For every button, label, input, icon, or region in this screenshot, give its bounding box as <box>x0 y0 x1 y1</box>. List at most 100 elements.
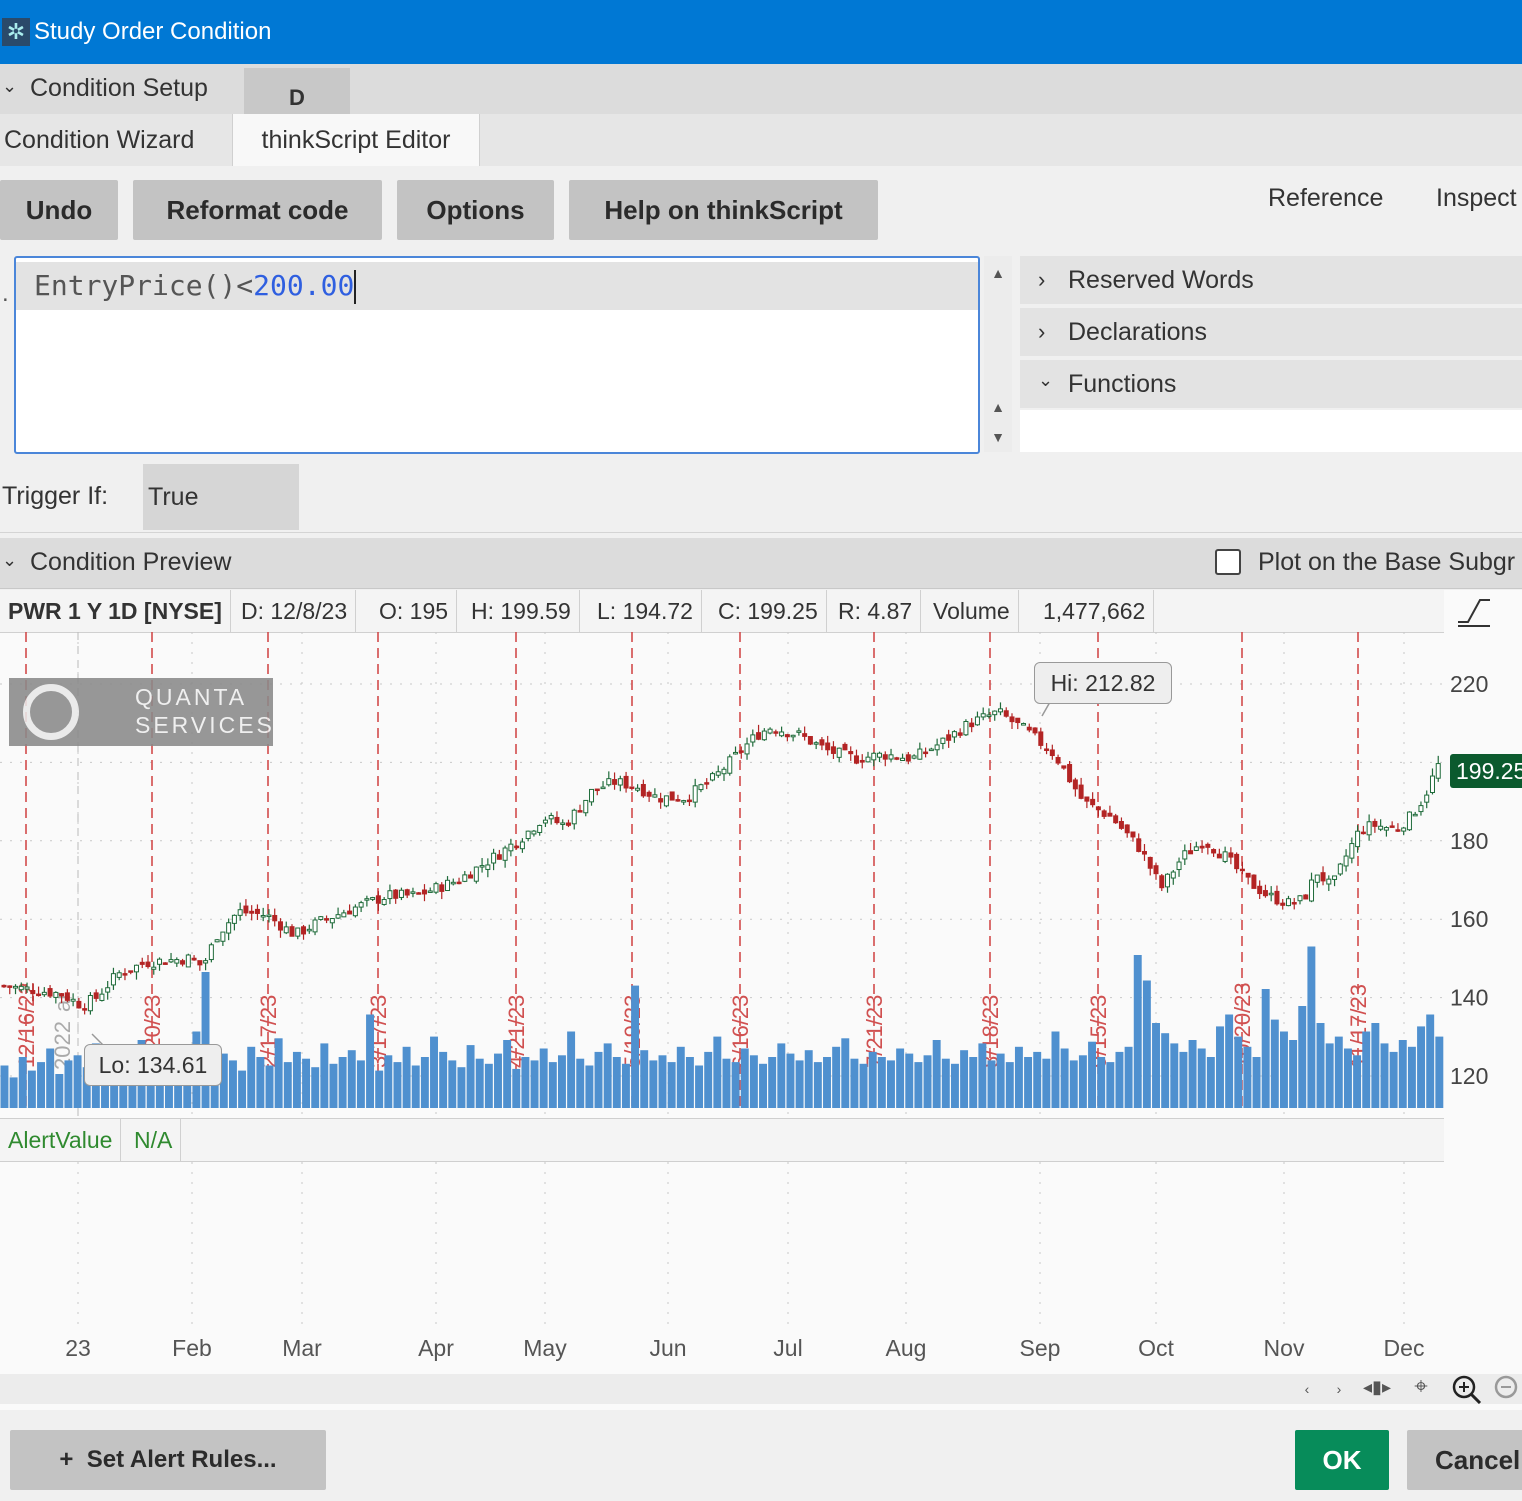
volume-bar <box>55 1074 64 1108</box>
chart-scrollbar[interactable]: ‹ › ◂▮▸ ⌖ <box>0 1374 1522 1405</box>
zoom-in-icon[interactable] <box>1450 1374 1484 1409</box>
candle-body <box>1343 855 1349 867</box>
code-editor[interactable]: EntryPrice()<200.00 <box>14 256 980 454</box>
crosshair-icon[interactable]: ⌖ <box>1406 1375 1436 1399</box>
price-chart[interactable]: 120 140 160 180 220 23 Feb Mar Apr May Jun Jul Aug Se… <box>0 632 1522 1412</box>
candle-body <box>790 734 796 738</box>
pan-icon[interactable]: ◂▮▸ <box>1362 1376 1392 1398</box>
volume-bar <box>1097 1057 1106 1108</box>
candle-body <box>243 905 249 914</box>
x-tick-label: Mar <box>282 1335 322 1361</box>
scroll-left-icon[interactable]: ‹ <box>1296 1378 1318 1400</box>
tree-item-declarations[interactable]: › Declarations <box>1020 308 1522 356</box>
plot-base-checkbox[interactable] <box>1215 549 1241 575</box>
volume-bar <box>320 1043 329 1108</box>
tab-condition-wizard[interactable]: Condition Wizard <box>4 114 226 166</box>
candle-body <box>30 990 36 995</box>
volume-bar <box>384 1055 393 1108</box>
candle-body <box>663 795 669 807</box>
volume-bar <box>265 1065 274 1108</box>
scroll-down-icon[interactable]: ▼ <box>987 426 1009 448</box>
plus-icon: + <box>59 1446 74 1473</box>
candle-body <box>836 747 842 758</box>
candle-body <box>1067 763 1073 783</box>
volume-bar <box>1142 980 1151 1108</box>
volume-bar <box>1124 1046 1133 1108</box>
chart-symbol[interactable]: PWR 1 Y 1D [NYSE] <box>0 590 231 632</box>
candle-body <box>82 1008 88 1011</box>
set-alert-rules-button[interactable]: + Set Alert Rules... <box>10 1430 326 1490</box>
reformat-code-button[interactable]: Reformat code <box>133 180 382 240</box>
candle-body <box>468 874 474 879</box>
candle-body <box>1285 898 1291 907</box>
volume-bar <box>375 1070 384 1108</box>
candle-body <box>203 960 209 964</box>
candle-body <box>64 992 70 1001</box>
help-thinkscript-button[interactable]: Help on thinkScript <box>569 180 878 240</box>
dialog-footer: + Set Alert Rules... OK Cancel <box>0 1412 1522 1501</box>
candle-body <box>283 926 289 934</box>
volume-bar <box>1088 1041 1097 1108</box>
zoom-out-icon[interactable] <box>1492 1374 1522 1409</box>
volume-bar <box>914 1062 923 1108</box>
candle-body <box>237 909 243 916</box>
candle-body <box>1378 825 1384 830</box>
candle-body <box>577 810 583 813</box>
candle-body <box>951 731 957 738</box>
ok-button[interactable]: OK <box>1295 1430 1389 1490</box>
volume-bar <box>1325 1043 1334 1108</box>
candle-body <box>1309 879 1315 902</box>
candle-body <box>1 984 7 988</box>
chevron-right-icon: › <box>1038 319 1046 344</box>
candle-body <box>36 993 42 997</box>
options-button[interactable]: Options <box>397 180 554 240</box>
undo-button[interactable]: Undo <box>0 180 118 240</box>
candle-body <box>681 800 687 803</box>
line-gutter-mark: . <box>2 280 9 307</box>
candle-body <box>352 906 358 917</box>
candle-body <box>445 879 451 892</box>
tree-item-functions[interactable]: ⌄ Functions <box>1020 360 1522 408</box>
code-line[interactable]: EntryPrice()<200.00 <box>16 262 978 310</box>
candle-body <box>496 854 502 860</box>
candle-body <box>761 730 767 741</box>
style-icon[interactable] <box>1456 594 1492 628</box>
candle-body <box>116 972 122 978</box>
volume-bar <box>1243 1046 1252 1108</box>
volume-bar <box>201 972 210 1108</box>
scroll-right-icon[interactable]: › <box>1328 1378 1350 1400</box>
condition-preview-header[interactable]: ⌄ Condition Preview Plot on the Base Sub… <box>0 538 1522 589</box>
chart-area[interactable]: PWR 1 Y 1D [NYSE] D: 12/8/23 O: 195 H: 1… <box>0 590 1522 1410</box>
tab-reference[interactable]: Reference <box>1268 184 1383 213</box>
tree-item-reserved-words[interactable]: › Reserved Words <box>1020 256 1522 304</box>
trigger-if-select[interactable]: True <box>143 464 299 530</box>
scroll-up-icon[interactable]: ▲ <box>987 396 1009 418</box>
code-text: EntryPrice()< <box>34 269 254 302</box>
scroll-up-icon[interactable]: ▲ <box>987 262 1009 284</box>
candle-body <box>174 959 180 964</box>
code-number: 200.00 <box>253 269 355 302</box>
candle-body <box>1049 749 1055 757</box>
tab-inspector[interactable]: Inspect <box>1436 184 1517 213</box>
candle-body <box>421 889 427 895</box>
chevron-right-icon: › <box>1038 267 1046 292</box>
editor-scrollbar[interactable]: ▲ ▲ ▼ <box>984 256 1012 452</box>
event-date-label: 12/16/22 <box>14 982 39 1068</box>
condition-setup-label: Condition Setup <box>30 74 208 102</box>
candle-body <box>398 889 404 898</box>
tab-thinkscript-editor[interactable]: thinkScript Editor <box>232 114 480 166</box>
candle-body <box>306 928 312 932</box>
candle-body <box>162 962 168 965</box>
candle-body <box>1153 865 1159 875</box>
volume-bar <box>786 1053 795 1108</box>
aggregation-selector[interactable]: D <box>244 68 350 114</box>
volume-bar <box>228 1060 237 1108</box>
candle-body <box>1257 885 1263 895</box>
candle-body <box>825 742 831 751</box>
volume-bar <box>832 1046 841 1108</box>
volume-bar <box>1179 1051 1188 1108</box>
candle-body <box>312 919 318 933</box>
y-tick-label: 120 <box>1450 1063 1488 1089</box>
cancel-button[interactable]: Cancel <box>1407 1430 1522 1490</box>
condition-setup-header[interactable]: ⌄ Condition Setup D <box>0 64 1522 115</box>
